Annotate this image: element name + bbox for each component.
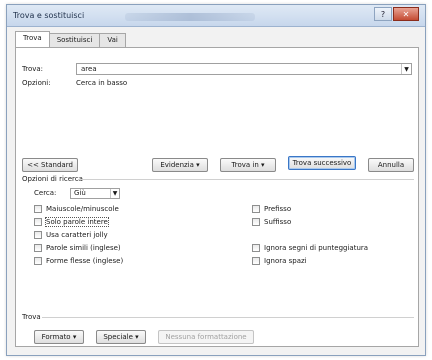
find-replace-dialog: Trova e sostituisci ? ✕ Trova Sostituisc… [6,4,426,356]
search-direction-label: Cerca: [34,189,57,197]
checkbox-label: Usa caratteri jolly [46,231,108,239]
find-next-button[interactable]: Trova successivo [288,156,356,170]
find-section-heading: Trova [22,313,41,321]
checkbox-label: Ignora segni di punteggiatura [264,244,369,252]
divider [78,179,414,180]
checkbox-label: Prefisso [264,205,292,213]
sounds-like-checkbox[interactable]: Parole simili (inglese) [34,244,121,252]
options-value: Cerca in basso [76,79,128,87]
checkbox-box[interactable] [252,205,260,213]
window-title: Trova e sostituisci [13,11,85,20]
find-input-value: area [81,65,97,73]
highlight-button[interactable]: Evidenzia ▾ [152,158,208,172]
search-options-heading: Opzioni di ricerca [22,175,83,183]
checkbox-label: Ignora spazi [264,257,307,265]
tab-goto[interactable]: Vai [99,33,126,47]
wildcards-checkbox[interactable]: Usa caratteri jolly [34,231,108,239]
checkbox-label: Solo parole intere [45,217,109,227]
checkbox-box[interactable] [34,231,42,239]
word-forms-checkbox[interactable]: Forme flesse (inglese) [34,257,123,265]
match-case-checkbox[interactable]: Maiuscole/minuscole [34,205,119,213]
find-in-button[interactable]: Trova in ▾ [220,158,276,172]
special-button[interactable]: Speciale ▾ [96,330,146,344]
find-label: Trova: [22,65,44,73]
checkbox-box[interactable] [252,244,260,252]
title-bar[interactable]: Trova e sostituisci ? ✕ [7,5,425,27]
close-icon[interactable]: ✕ [393,7,419,21]
checkbox-box[interactable] [252,218,260,226]
find-input[interactable]: area ▼ [76,63,412,75]
checkbox-box[interactable] [34,257,42,265]
tab-strip: Trova Sostituisci Vai [15,31,126,47]
divider [42,317,414,318]
checkbox-box[interactable] [34,205,42,213]
prefix-checkbox[interactable]: Prefisso [252,205,291,213]
cancel-button[interactable]: Annulla [368,158,414,172]
checkbox-label: Forme flesse (inglese) [46,257,124,265]
less-button[interactable]: << Standard [22,158,78,172]
checkbox-label: Maiuscole/minuscole [46,205,119,213]
ignore-punctuation-checkbox[interactable]: Ignora segni di punteggiatura [252,244,368,252]
search-direction-value: Giù [74,189,86,197]
ignore-spaces-checkbox[interactable]: Ignora spazi [252,257,307,265]
checkbox-label: Parole simili (inglese) [46,244,121,252]
title-bar-gradient [125,13,255,21]
tab-panel: Trova: area ▼ Opzioni: Cerca in basso <<… [15,47,419,347]
chevron-down-icon: ▼ [110,189,119,198]
checkbox-box[interactable] [34,218,42,226]
checkbox-label: Suffisso [264,218,292,226]
options-label: Opzioni: [22,79,51,87]
tab-find[interactable]: Trova [15,31,50,47]
suffix-checkbox[interactable]: Suffisso [252,218,291,226]
chevron-down-icon[interactable]: ▼ [401,64,411,74]
no-formatting-button[interactable]: Nessuna formattazione [158,330,254,344]
help-icon[interactable]: ? [374,7,392,21]
checkbox-box[interactable] [252,257,260,265]
search-direction-select[interactable]: Giù ▼ [70,188,120,199]
format-button[interactable]: Formato ▾ [34,330,84,344]
window-controls: ? ✕ [374,7,419,21]
tab-replace[interactable]: Sostituisci [48,33,101,47]
checkbox-box[interactable] [34,244,42,252]
whole-words-checkbox[interactable]: Solo parole intere [34,217,109,227]
